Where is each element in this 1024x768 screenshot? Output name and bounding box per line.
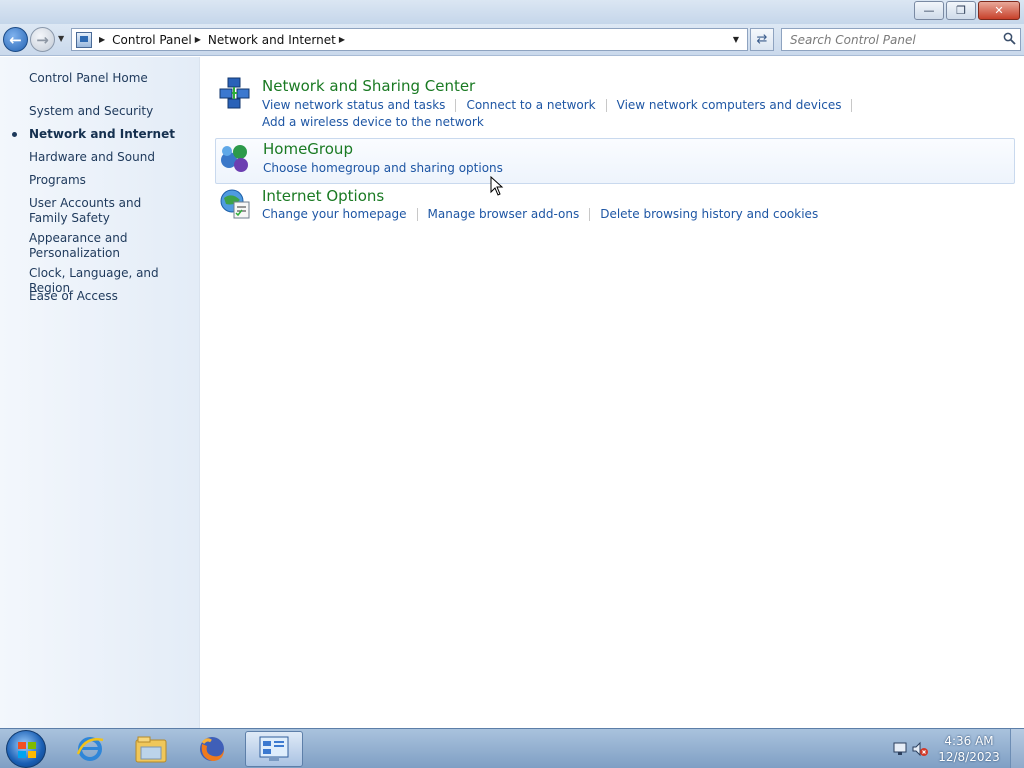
window-controls: — ❐ ✕ bbox=[912, 1, 1020, 20]
taskbar-firefox[interactable] bbox=[183, 731, 241, 767]
taskbar-control-panel[interactable] bbox=[245, 731, 303, 767]
show-desktop-button[interactable] bbox=[1010, 729, 1024, 768]
sidebar-item-programs[interactable]: Programs bbox=[29, 173, 194, 188]
taskbar-internet-explorer[interactable] bbox=[61, 731, 119, 767]
sidebar-item-system-and-security[interactable]: System and Security bbox=[29, 104, 194, 119]
back-arrow-icon: ← bbox=[9, 30, 22, 49]
taskbar-windows-explorer[interactable] bbox=[122, 731, 180, 767]
windows-explorer-icon bbox=[135, 736, 167, 763]
task-separator bbox=[589, 207, 591, 221]
network-sharing-tasks-row-2: Add a wireless device to the network bbox=[262, 115, 484, 129]
category-internet-options: Internet Options Change your homepage Ma… bbox=[215, 186, 1015, 226]
network-sharing-icon bbox=[219, 77, 250, 109]
breadcrumb-network-and-internet[interactable]: Network and Internet bbox=[208, 33, 336, 47]
category-homegroup[interactable]: HomeGroup Choose homegroup and sharing o… bbox=[215, 138, 1015, 184]
windows-logo-icon bbox=[18, 742, 36, 758]
recent-pages-dropdown[interactable]: ▼ bbox=[58, 34, 64, 43]
sidebar-item-control-panel-home[interactable]: Control Panel Home bbox=[29, 71, 194, 86]
close-button[interactable]: ✕ bbox=[978, 1, 1020, 20]
control-panel-icon bbox=[259, 736, 289, 761]
taskbar: 4:36 AM 12/8/2023 bbox=[0, 728, 1024, 768]
connect-to-network-link[interactable]: Connect to a network bbox=[466, 98, 595, 112]
mouse-cursor-icon bbox=[490, 176, 504, 196]
volume-muted-icon[interactable] bbox=[912, 741, 928, 757]
forward-arrow-icon: → bbox=[36, 30, 49, 49]
network-sharing-center-link[interactable]: Network and Sharing Center bbox=[262, 77, 475, 95]
sidebar-item-network-and-internet[interactable]: Network and Internet bbox=[29, 127, 194, 142]
main-content: Network and Sharing Center View network … bbox=[201, 57, 1024, 728]
category-network-sharing-center: Network and Sharing Center View network … bbox=[215, 75, 1015, 131]
title-bar: — ❐ ✕ bbox=[0, 0, 1024, 24]
clock-time: 4:36 AM bbox=[944, 734, 994, 748]
sidebar: Control Panel Home System and Security N… bbox=[0, 57, 200, 728]
internet-explorer-icon bbox=[76, 737, 104, 761]
sidebar-item-ease-of-access[interactable]: Ease of Access bbox=[29, 289, 194, 304]
chevron-right-icon[interactable]: ▶ bbox=[99, 35, 105, 44]
refresh-icon: ⇄ bbox=[756, 32, 768, 47]
choose-homegroup-options-link[interactable]: Choose homegroup and sharing options bbox=[263, 161, 503, 175]
task-separator bbox=[416, 207, 418, 221]
internet-options-tasks-row: Change your homepage Manage browser add-… bbox=[262, 207, 818, 221]
delete-browsing-history-link[interactable]: Delete browsing history and cookies bbox=[600, 207, 818, 221]
minimize-button[interactable]: — bbox=[914, 1, 944, 20]
chevron-right-icon[interactable]: ▶ bbox=[195, 35, 201, 44]
refresh-button[interactable]: ⇄ bbox=[750, 28, 774, 51]
control-panel-icon bbox=[76, 31, 92, 48]
action-center-flag-icon[interactable] bbox=[892, 741, 908, 757]
sidebar-item-hardware-and-sound[interactable]: Hardware and Sound bbox=[29, 150, 194, 165]
address-bar: ← → ▼ ▶ Control Panel ▶ Network and Inte… bbox=[0, 24, 1024, 56]
sidebar-item-user-accounts[interactable]: User Accounts and Family Safety bbox=[29, 196, 179, 226]
sidebar-item-appearance[interactable]: Appearance and Personalization bbox=[29, 231, 139, 261]
change-homepage-link[interactable]: Change your homepage bbox=[262, 207, 407, 221]
homegroup-icon bbox=[221, 145, 248, 172]
breadcrumb-control-panel[interactable]: Control Panel bbox=[112, 33, 192, 47]
firefox-icon bbox=[200, 737, 224, 761]
restore-button[interactable]: ❐ bbox=[946, 1, 976, 20]
homegroup-tasks-row: Choose homegroup and sharing options bbox=[263, 161, 503, 175]
chevron-right-icon[interactable]: ▶ bbox=[339, 35, 345, 44]
task-separator bbox=[605, 98, 607, 112]
manage-addons-link[interactable]: Manage browser add-ons bbox=[428, 207, 580, 221]
task-separator bbox=[455, 98, 457, 112]
internet-options-link[interactable]: Internet Options bbox=[262, 187, 384, 205]
clock-date: 12/8/2023 bbox=[938, 750, 1000, 764]
start-button[interactable] bbox=[6, 730, 46, 768]
internet-options-icon bbox=[220, 189, 250, 219]
add-wireless-device-link[interactable]: Add a wireless device to the network bbox=[262, 115, 484, 129]
address-history-dropdown[interactable]: ▼ bbox=[727, 29, 745, 50]
taskbar-clock[interactable]: 4:36 AM 12/8/2023 bbox=[934, 733, 1004, 765]
search-input[interactable] bbox=[782, 29, 992, 50]
search-box bbox=[781, 28, 1021, 51]
breadcrumb[interactable]: ▶ Control Panel ▶ Network and Internet ▶… bbox=[71, 28, 748, 51]
active-bullet-icon bbox=[12, 132, 17, 137]
system-tray: 4:36 AM 12/8/2023 bbox=[884, 729, 1024, 768]
view-network-computers-link[interactable]: View network computers and devices bbox=[617, 98, 842, 112]
back-button[interactable]: ← bbox=[3, 27, 28, 52]
network-sharing-tasks-row: View network status and tasks Connect to… bbox=[262, 98, 862, 112]
search-icon[interactable] bbox=[1003, 32, 1016, 45]
forward-button[interactable]: → bbox=[30, 27, 55, 52]
task-separator bbox=[851, 98, 853, 112]
homegroup-link[interactable]: HomeGroup bbox=[263, 140, 353, 158]
view-network-status-link[interactable]: View network status and tasks bbox=[262, 98, 445, 112]
